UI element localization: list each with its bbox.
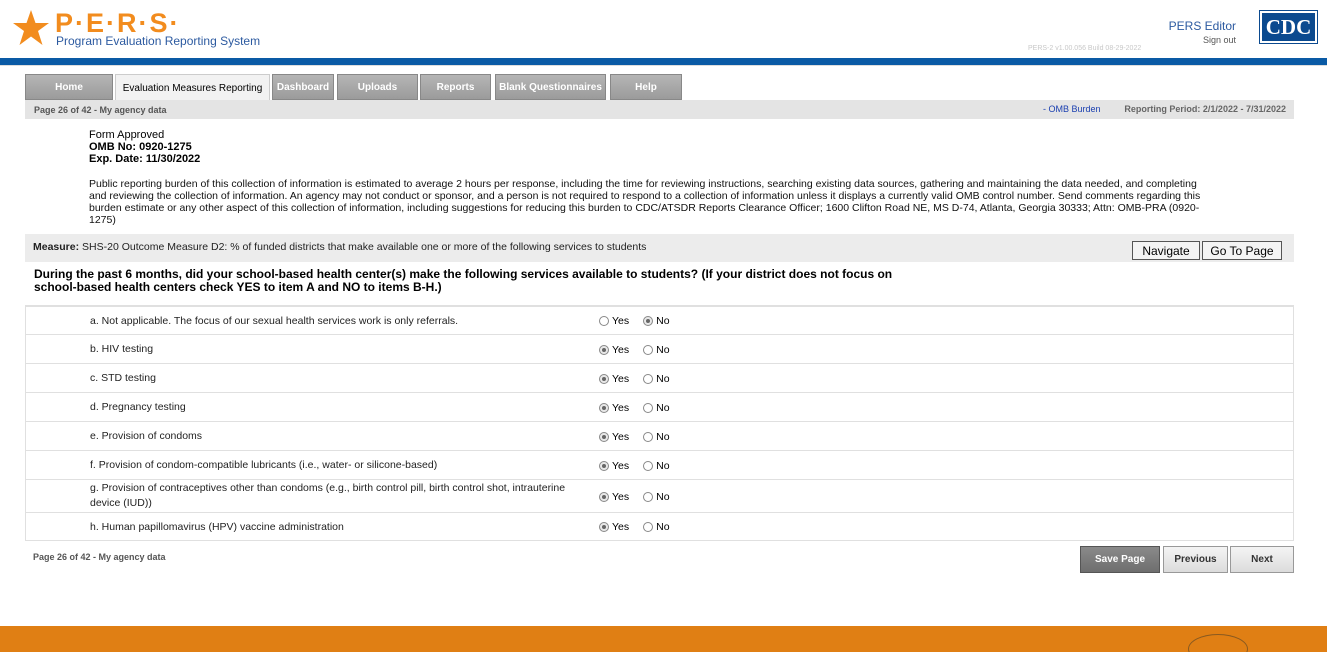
form-approved-label: Form Approved xyxy=(89,129,165,141)
measure-label: Measure: xyxy=(33,241,80,253)
tab-dashboard[interactable]: Dashboard xyxy=(272,74,334,100)
page-header: P·E·R·S· Program Evaluation Reporting Sy… xyxy=(0,0,1327,58)
row-label: h. Human papillomavirus (HPV) vaccine ad… xyxy=(90,520,344,533)
yes-label: Yes xyxy=(612,490,630,503)
burden-statement: Public reporting burden of this collecti… xyxy=(89,178,1201,226)
measure-bar: Measure: SHS-20 Outcome Measure D2: % of… xyxy=(25,234,1294,262)
yes-radio[interactable] xyxy=(599,491,609,502)
status-bar: Page 26 of 42 - My agency data - OMB Bur… xyxy=(25,100,1294,119)
no-label: No xyxy=(656,343,670,356)
row-label: g. Provision of contraceptives other tha… xyxy=(90,482,566,509)
no-label: No xyxy=(656,401,670,414)
yes-label: Yes xyxy=(612,401,630,414)
cdc-logo: CDC xyxy=(1259,10,1318,44)
yes-no-radio-group: Yes No xyxy=(599,460,684,472)
yes-radio[interactable] xyxy=(599,460,609,471)
yes-radio[interactable] xyxy=(599,522,609,532)
user-block: PERS Editor Sign out xyxy=(1150,19,1236,45)
footer-bar xyxy=(0,626,1327,652)
tab-uploads[interactable]: Uploads xyxy=(337,74,418,100)
previous-button[interactable]: Previous xyxy=(1163,546,1228,573)
tab-blank-questionnaires[interactable]: Blank Questionnaires xyxy=(495,74,606,100)
no-label: No xyxy=(656,459,670,472)
table-row: e. Provision of condoms Yes No xyxy=(26,421,1293,450)
row-label: e. Provision of condoms xyxy=(90,430,203,442)
no-radio[interactable] xyxy=(643,373,654,384)
yes-label: Yes xyxy=(612,430,630,443)
measure-description: Measure: SHS-20 Outcome Measure D2: % of… xyxy=(33,241,646,253)
page-indicator: Page 26 of 42 - My agency data xyxy=(34,105,167,115)
yes-no-radio-group: Yes No xyxy=(599,402,684,414)
no-radio[interactable] xyxy=(643,522,654,532)
go-to-page-button[interactable]: Go To Page xyxy=(1202,241,1282,260)
yes-no-radio-group: Yes No xyxy=(599,521,684,533)
expiration-date: Exp. Date: 11/30/2022 xyxy=(89,153,201,165)
yes-label: Yes xyxy=(612,521,630,533)
table-row: b. HIV testing Yes No xyxy=(26,334,1293,363)
version-info: PERS-2 v1.00.056 Build 08-29-2022 xyxy=(1028,45,1142,52)
no-label: No xyxy=(656,372,670,385)
yes-radio[interactable] xyxy=(599,373,609,384)
footer-page-indicator: Page 26 of 42 - My agency data xyxy=(33,552,166,562)
yes-no-radio-group: Yes No xyxy=(599,344,684,356)
no-radio[interactable] xyxy=(643,431,654,442)
yes-label: Yes xyxy=(612,459,630,472)
row-label: c. STD testing xyxy=(90,372,156,384)
services-table: a. Not applicable. The focus of our sexu… xyxy=(25,305,1294,541)
yes-no-radio-group: Yes No xyxy=(599,373,684,385)
no-label: No xyxy=(656,315,670,327)
tab-evaluation-measures-reporting[interactable]: Evaluation Measures Reporting xyxy=(115,74,270,101)
logo-subtitle: Program Evaluation Reporting System xyxy=(56,34,261,48)
next-button[interactable]: Next xyxy=(1230,546,1294,573)
row-label: b. HIV testing xyxy=(90,343,154,355)
table-row: f. Provision of condom-compatible lubric… xyxy=(26,450,1293,479)
no-radio[interactable] xyxy=(643,491,654,502)
header-divider xyxy=(0,58,1327,65)
yes-no-radio-group: Yes No xyxy=(599,431,684,443)
yes-label: Yes xyxy=(612,343,630,356)
table-row: h. Human papillomavirus (HPV) vaccine ad… xyxy=(26,512,1293,540)
save-page-button[interactable]: Save Page xyxy=(1080,546,1160,573)
row-label: a. Not applicable. The focus of our sexu… xyxy=(90,314,459,327)
no-radio[interactable] xyxy=(643,460,654,471)
tab-help[interactable]: Help xyxy=(610,74,682,100)
yes-label: Yes xyxy=(612,372,630,385)
pers-logo[interactable]: P·E·R·S· Program Evaluation Reporting Sy… xyxy=(12,8,262,53)
no-label: No xyxy=(656,490,670,503)
star-icon xyxy=(13,10,49,45)
no-radio[interactable] xyxy=(643,402,654,413)
question-text: During the past 6 months, did your schoo… xyxy=(34,267,893,294)
yes-no-radio-group: Yes No xyxy=(599,491,684,503)
row-label: d. Pregnancy testing xyxy=(90,401,186,413)
user-name: PERS Editor xyxy=(1168,19,1236,33)
yes-no-radio-group: Yes No xyxy=(599,315,684,327)
header-divider-line xyxy=(0,65,1327,66)
yes-radio[interactable] xyxy=(599,431,609,442)
table-row: a. Not applicable. The focus of our sexu… xyxy=(26,306,1293,334)
omb-burden-link[interactable]: - OMB Burden xyxy=(1043,104,1101,114)
omb-number: OMB No: 0920-1275 xyxy=(89,141,192,153)
no-label: No xyxy=(656,430,670,443)
measure-text: SHS-20 Outcome Measure D2: % of funded d… xyxy=(82,241,647,253)
yes-radio[interactable] xyxy=(599,316,609,326)
form-approved-block: Form Approved OMB No: 0920-1275 Exp. Dat… xyxy=(89,129,200,165)
yes-label: Yes xyxy=(612,315,630,327)
yes-radio[interactable] xyxy=(599,344,609,355)
no-label: No xyxy=(656,521,670,533)
tab-home[interactable]: Home xyxy=(25,74,113,100)
sign-out-link[interactable]: Sign out xyxy=(1150,35,1236,45)
no-radio[interactable] xyxy=(643,344,654,355)
table-row: d. Pregnancy testing Yes No xyxy=(26,392,1293,421)
no-radio[interactable] xyxy=(643,316,654,326)
tab-reports[interactable]: Reports xyxy=(420,74,491,100)
navigate-button[interactable]: Navigate xyxy=(1132,241,1200,260)
reporting-period: Reporting Period: 2/1/2022 - 7/31/2022 xyxy=(1124,104,1286,114)
yes-radio[interactable] xyxy=(599,402,609,413)
table-row: c. STD testing Yes No xyxy=(26,363,1293,392)
table-row: g. Provision of contraceptives other tha… xyxy=(26,479,1293,512)
row-label: f. Provision of condom-compatible lubric… xyxy=(90,459,438,471)
